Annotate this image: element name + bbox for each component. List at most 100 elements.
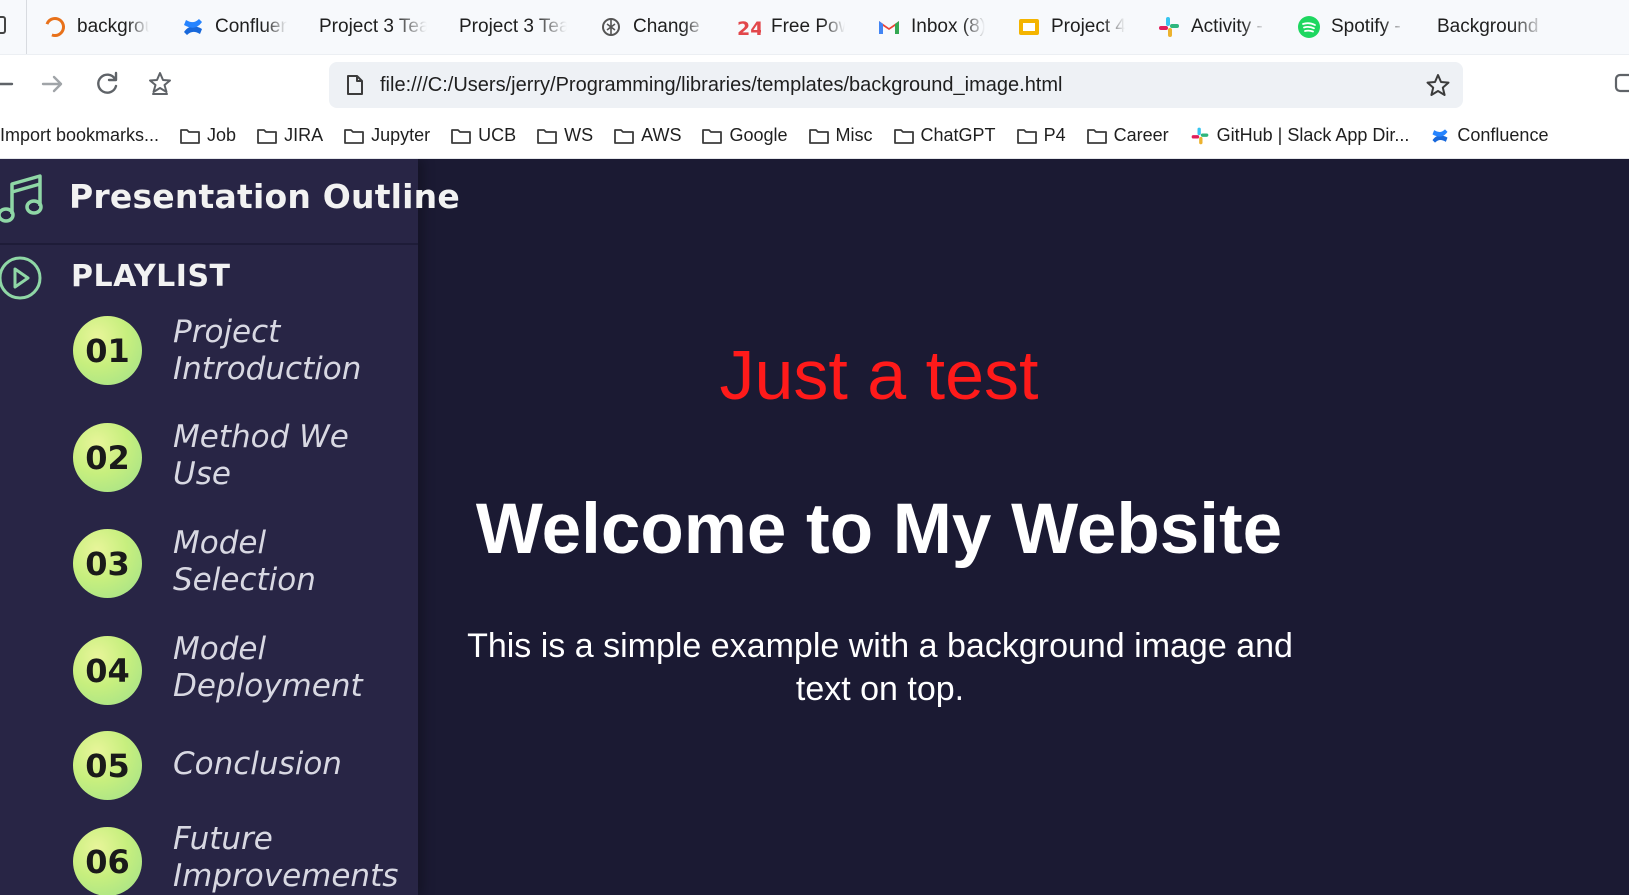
bookmark-folder-p4[interactable]: P4 [1016,113,1066,158]
playlist-item: 01 Project Introduction [0,314,418,404]
bookmark-github-slack[interactable]: GitHub | Slack App Dir... [1189,113,1410,158]
extension-icon[interactable] [1612,67,1629,101]
bookmark-folder-misc[interactable]: Misc [808,113,873,158]
browser-window: backgrou Confluenc Project 3 Tean Projec… [0,0,1629,895]
hero-text-block: Just a test Welcome to My Website This i… [418,159,1629,895]
item-name-line1: Conclusion [173,746,342,782]
item-number-badge: 06 [73,827,142,895]
folder-icon [451,128,472,144]
bookmark-folder-google[interactable]: Google [701,113,788,158]
back-arrow-icon[interactable] [0,67,20,101]
tab-chatgpt[interactable]: Change B [583,0,721,54]
bookmark-label: JIRA [284,125,324,145]
folder-icon [257,128,277,144]
tab-label: backgrou [77,16,149,37]
page-heading: Welcome to My Website [475,490,1283,569]
folder-icon [180,128,200,144]
slides-icon [1019,19,1039,35]
bookmark-label: Jupyter [371,125,431,145]
file-page-icon [347,75,363,95]
tab-label: Activity - ( [1191,16,1265,37]
item-name-line2: Introduction [173,351,362,387]
tab-gmail-inbox[interactable]: Inbox (8) - [861,0,1001,54]
bookmark-folder-ucb[interactable]: UCB [450,113,516,158]
folder-icon [537,128,558,144]
tab-slack-activity[interactable]: Activity - ( [1141,0,1281,54]
tab-label: Change B [633,16,705,37]
favorites-star-icon[interactable] [143,67,177,101]
playlist-item: 04 Model Deployment [0,631,418,724]
tab-project-3-team-b[interactable]: Project 3 Tean [443,0,583,54]
folder-icon [344,128,364,144]
bookmark-label: Import bookmarks... [0,125,160,145]
bookmark-label: P4 [1043,125,1066,145]
bookmark-folder-career[interactable]: Career [1086,113,1169,158]
item-name-line1: Project [173,314,281,350]
music-note-icon [0,174,43,223]
tab-label: Inbox (8) - [911,16,985,37]
item-name-line1: Future [173,821,273,857]
item-number-badge: 04 [73,636,142,705]
tab-project-4-slides[interactable]: Project 4 F [1001,0,1141,54]
folder-icon [893,128,914,144]
item-name-line2: Use [173,456,231,492]
page-paragraph: This is a simple example with a backgrou… [467,627,1293,708]
spotify-icon [1298,16,1320,38]
item-number-badge: 01 [73,316,142,385]
sidebar-title: Presentation Outline [69,177,460,216]
confluence-icon [184,19,202,35]
tab-label: Project 4 F [1051,16,1125,37]
gmail-icon [879,21,899,34]
folder-icon [1016,128,1037,144]
svg-text:24: 24 [737,18,761,39]
item-number-badge: 03 [73,529,142,598]
bookmark-star-icon[interactable] [1425,72,1451,98]
navigation-bar: file:///C:/Users/jerry/Programming/libra… [0,55,1629,113]
address-url: file:///C:/Users/jerry/Programming/libra… [380,74,1063,96]
bookmark-label: ChatGPT [920,125,996,145]
bookmark-label: Misc [835,125,873,145]
presentation-sidebar-image: Presentation Outline PLAYLIST 01 Project… [0,159,460,895]
tab-strip: backgrou Confluenc Project 3 Tean Projec… [0,0,1629,55]
tab-label: Free Powe [771,16,845,37]
confluence-icon [1432,128,1448,143]
tab-confluence[interactable]: Confluenc [165,0,303,54]
item-name-line1: Method We [173,419,349,455]
playlist-item: 02 Method We Use [0,419,418,511]
bookmark-folder-jupyter[interactable]: Jupyter [343,113,431,158]
tab-actions-icon[interactable] [0,15,6,34]
item-name-line2: Deployment [173,668,363,704]
playlist-item: 06 Future Improvements [0,821,418,895]
bookmark-label: GitHub | Slack App Dir... [1216,125,1410,145]
address-bar[interactable]: file:///C:/Users/jerry/Programming/libra… [329,62,1463,108]
bookmark-confluence[interactable]: Confluence [1429,113,1548,158]
bookmark-folder-aws[interactable]: AWS [613,113,682,158]
tab-background-image-active[interactable]: Background In [1421,0,1561,54]
bookmark-label: AWS [641,125,682,145]
folder-icon [614,128,635,144]
item-number-badge: 02 [73,423,142,492]
bookmark-folder-ws[interactable]: WS [536,113,594,158]
bookmark-label: Google [729,125,788,145]
chatgpt-icon [602,18,620,36]
bookmark-label: Career [1113,125,1169,145]
bookmark-label: WS [564,125,594,145]
item-name-line1: Model [173,525,267,561]
bookmark-folder-jira[interactable]: JIRA [256,113,324,158]
item-name-line2: Selection [173,562,316,598]
bookmark-import[interactable]: Import bookmarks... [0,113,160,158]
tab-label: Background In [1437,16,1545,37]
tab-label: Project 3 Tean [319,16,427,37]
reload-icon[interactable] [90,67,124,101]
play-circle-icon [0,256,42,300]
tab-free-power[interactable]: 24 Free Powe [721,0,861,54]
bookmark-folder-chatgpt[interactable]: ChatGPT [893,113,996,158]
tab-project-3-team-a[interactable]: Project 3 Tean [303,0,443,54]
tab-label: Spotify - V [1331,16,1405,37]
bookmark-folder-job[interactable]: Job [179,113,236,158]
folder-icon [808,128,829,144]
tab-spotify[interactable]: Spotify - V [1281,0,1421,54]
sidebar-header: Presentation Outline [0,159,460,245]
tab-background-loading[interactable]: backgrou [27,0,165,54]
forward-arrow-icon[interactable] [36,67,70,101]
